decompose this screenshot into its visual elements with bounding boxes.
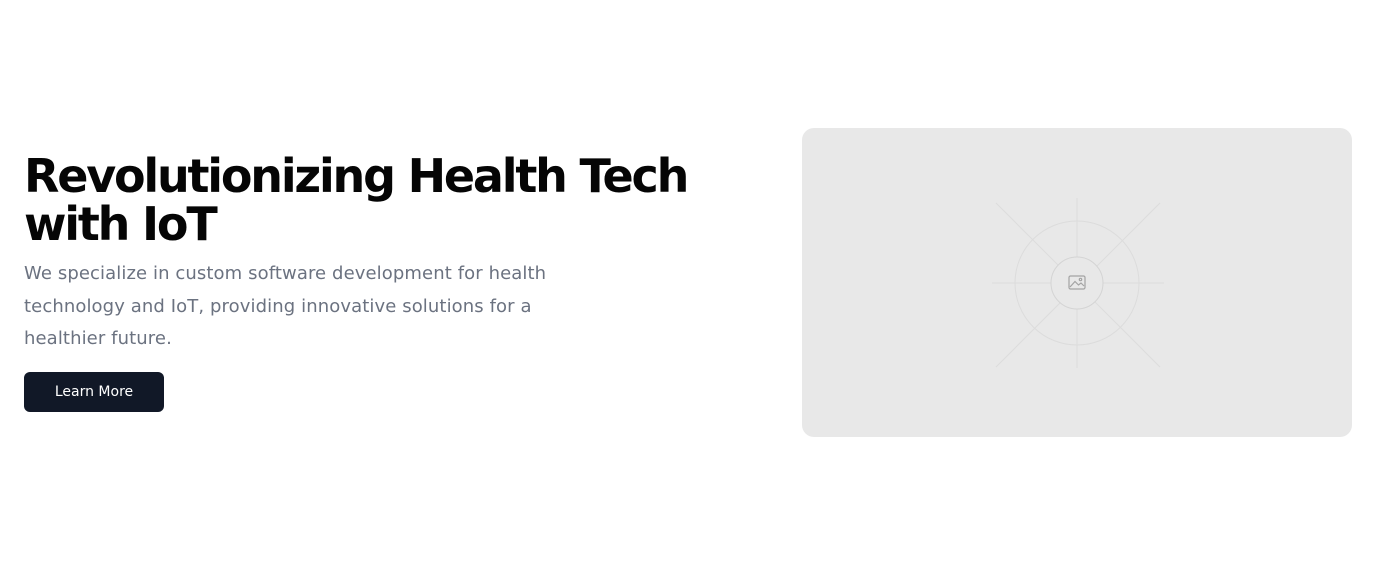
placeholder-graphic [992, 198, 1164, 368]
image-placeholder [802, 128, 1352, 437]
hero-description: We specialize in custom software develop… [24, 263, 547, 349]
hero-text-block: Revolutionizing Health Tech with IoT We … [24, 152, 744, 412]
learn-more-button[interactable]: Learn More [24, 371, 164, 412]
hero-title: Revolutionizing Health Tech with IoT [24, 149, 689, 251]
hero-section: Revolutionizing Health Tech with IoT We … [0, 0, 1376, 565]
